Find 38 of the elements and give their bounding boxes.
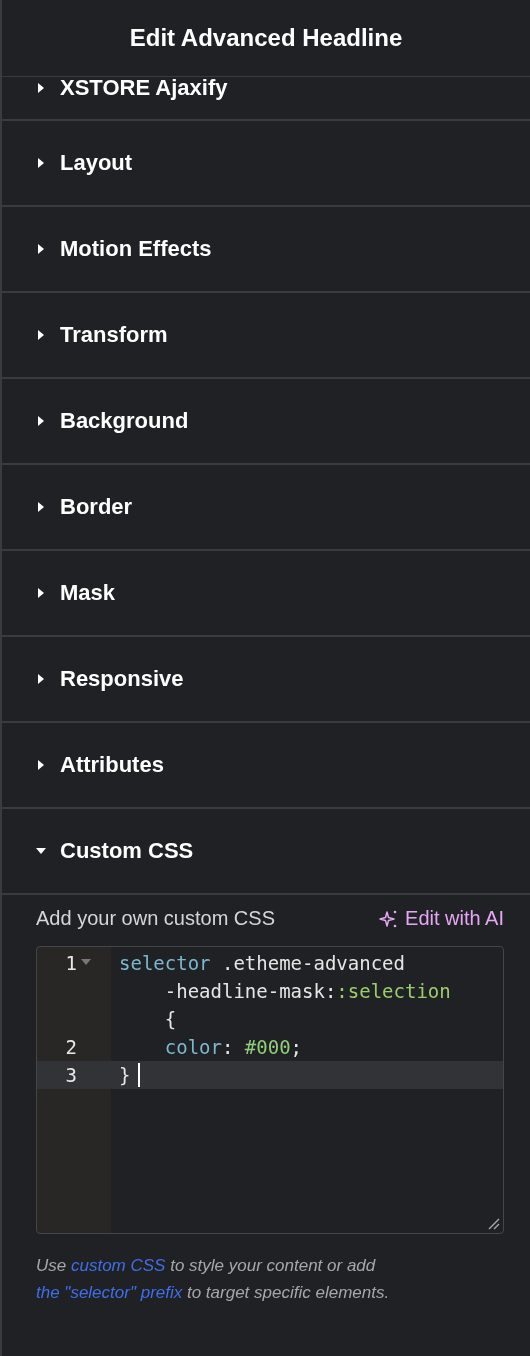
section-toggle[interactable]: XSTORE Ajaxify <box>36 75 228 101</box>
section-toggle[interactable]: Transform <box>36 322 168 348</box>
caret-right-icon <box>36 158 46 168</box>
section-toggle[interactable]: Layout <box>36 150 133 176</box>
caret-right-icon <box>36 330 46 340</box>
caret-down-icon <box>36 846 46 856</box>
caret-right-icon <box>36 674 46 684</box>
panel-title: Edit Advanced Headline <box>129 24 403 52</box>
help-text: Use custom CSS to style your content or add the "selector" prefix to target specific elements. <box>36 1255 391 1304</box>
code-line: } <box>119 1061 141 1089</box>
line-number: 2 <box>65 1035 77 1060</box>
code-line: color: #000; <box>163 1035 303 1060</box>
caret-right-icon <box>36 502 46 512</box>
line-number: 3 <box>65 1063 77 1088</box>
help-link[interactable]: custom CSS <box>70 1256 166 1275</box>
caret-right-icon <box>36 760 46 770</box>
caret-right-icon <box>36 83 46 93</box>
section-toggle[interactable]: Custom CSS <box>36 838 194 864</box>
section-toggle[interactable]: Attributes <box>36 752 164 778</box>
code-editor[interactable]: 1 selector .etheme-advanced -headline-mask::selection { 2 color: #000; 3 } <box>36 946 504 1234</box>
code-line: selector .etheme-advanced <box>119 951 406 976</box>
ai-edit-button[interactable]: Edit with AI <box>379 907 504 930</box>
help-link[interactable]: the "selector" prefix <box>36 1283 183 1302</box>
fold-icon[interactable] <box>81 959 91 965</box>
code-line: -headline-mask::selection <box>163 979 451 1004</box>
line-number: 1 <box>65 951 77 976</box>
resize-handle-icon[interactable] <box>488 1218 500 1230</box>
caret-right-icon <box>36 588 46 598</box>
section-toggle[interactable]: Responsive <box>36 666 184 692</box>
text-cursor <box>138 1063 141 1087</box>
section-toggle[interactable]: Border <box>36 494 133 520</box>
code-line: { <box>163 1007 178 1032</box>
section-toggle[interactable]: Background <box>36 408 189 434</box>
caret-right-icon <box>36 244 46 254</box>
caret-right-icon <box>36 416 46 426</box>
field-label: Add your own custom CSS <box>36 907 275 930</box>
section-toggle[interactable]: Mask <box>36 580 116 606</box>
section-toggle[interactable]: Motion Effects <box>36 236 212 262</box>
